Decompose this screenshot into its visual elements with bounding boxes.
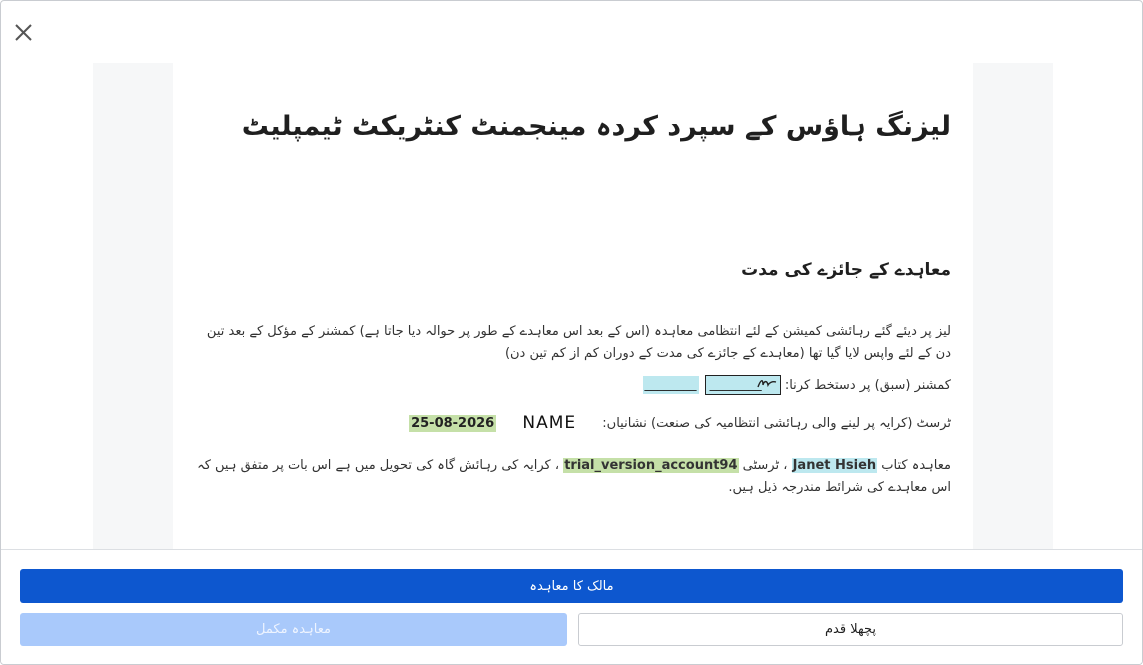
trust-signature-row: ٹرسٹ (کرایہ پر لینے والی رہائشی انتظامیہ… xyxy=(195,413,951,437)
owner-agreement-button[interactable]: مالک کا معاہدہ xyxy=(20,569,1123,603)
date-field[interactable]: 25-08-2026 xyxy=(409,414,497,432)
close-button[interactable] xyxy=(13,21,35,43)
close-icon xyxy=(15,24,32,41)
section-title: معاہدے کے جائزے کی مدت xyxy=(741,260,951,280)
commissioner-label: کمشنر (سبق) پر دستخط کرنا: xyxy=(784,377,951,393)
complete-agreement-button[interactable]: معاہدہ مکمل xyxy=(20,613,567,646)
previous-step-button[interactable]: پچھلا قدم xyxy=(578,613,1123,646)
paragraph-parties: معاہدہ کتاب Janet Hsieh ، ٹرسٹی trial_ve… xyxy=(195,455,951,499)
paragraph-intro: لیز پر دیئے گئے رہائشی کمیشن کے لئے انتظ… xyxy=(206,324,951,361)
signature-field[interactable]: ________ xyxy=(704,375,781,395)
parties-text-2: ، ٹرسٹی xyxy=(742,458,788,473)
parties-text-1: معاہدہ کتاب xyxy=(881,458,951,473)
signature-blank: ________ xyxy=(709,377,762,392)
trustee-account-field[interactable]: trial_version_account94 xyxy=(563,458,739,473)
dialog: لیزنگ ہاؤس کے سپرد کردہ مینجمنٹ کنٹریکٹ … xyxy=(0,0,1143,665)
commissioner-initials-field[interactable]: ________ xyxy=(642,376,699,394)
name-field[interactable]: NAME xyxy=(522,413,576,433)
action-bar: مالک کا معاہدہ معاہدہ مکمل پچھلا قدم xyxy=(1,549,1142,664)
party-name-field[interactable]: Janet Hsieh xyxy=(791,458,878,473)
document-title: لیزنگ ہاؤس کے سپرد کردہ مینجمنٹ کنٹریکٹ … xyxy=(241,111,951,142)
document-viewer[interactable]: لیزنگ ہاؤس کے سپرد کردہ مینجمنٹ کنٹریکٹ … xyxy=(93,63,1053,549)
trust-label: ٹرسٹ (کرایہ پر لینے والی رہائشی انتظامیہ… xyxy=(602,415,951,431)
document-page: لیزنگ ہاؤس کے سپرد کردہ مینجمنٹ کنٹریکٹ … xyxy=(173,63,973,549)
commissioner-signature-row: کمشنر (سبق) پر دستخط کرنا: ________ ____… xyxy=(195,375,951,399)
